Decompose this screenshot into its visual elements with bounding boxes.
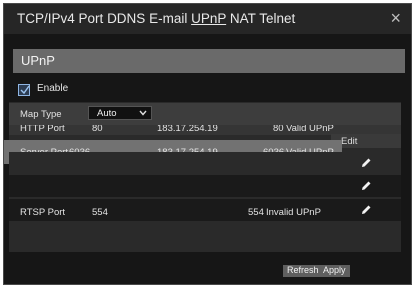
row-ext-port: 80 <box>273 125 284 134</box>
checkmark-icon <box>20 85 30 95</box>
edit-pencil-icon[interactable] <box>360 157 372 169</box>
tab-telnet[interactable]: Telnet <box>259 11 295 26</box>
tab-upnp[interactable]: UPnP <box>191 11 226 26</box>
section-title: UPnP <box>21 53 55 68</box>
row-port: 554 <box>92 207 108 218</box>
close-icon[interactable]: × <box>390 8 401 29</box>
row-status: Invalid UPnP <box>266 207 321 218</box>
section-header: UPnP <box>13 49 405 73</box>
tab-bar: TCP/IPv4 Port DDNS E-mail UPnP NAT Telne… <box>4 4 411 34</box>
table-row[interactable] <box>9 223 401 245</box>
map-type-select[interactable]: Auto <box>88 106 152 120</box>
table-row[interactable]: RTSP Port 554 554 Invalid UPnP <box>9 199 401 221</box>
edit-pencil-icon[interactable] <box>360 180 372 192</box>
edit-column-label: Edit <box>341 136 358 147</box>
enable-label: Enable <box>37 83 69 94</box>
tab-strip: TCP/IPv4 Port DDNS E-mail UPnP NAT Telne… <box>17 11 295 26</box>
tab-ddns[interactable]: DDNS <box>107 11 145 26</box>
row-name: HTTP Port <box>20 125 65 134</box>
tab-nat[interactable]: NAT <box>230 11 256 26</box>
refresh-button[interactable]: Refresh <box>287 265 319 275</box>
row-status: Valid UPnP <box>286 125 334 134</box>
button-bar: Refresh Apply <box>283 265 350 277</box>
row-ip: 183.17.254.19 <box>157 125 218 134</box>
map-type-value: Auto <box>97 108 117 119</box>
row-port: 80 <box>92 125 103 134</box>
edit-pencil-icon[interactable] <box>360 204 372 216</box>
chevron-down-icon <box>139 110 147 116</box>
map-type-row: Map Type Auto <box>9 103 401 125</box>
row-ext-port: 554 <box>248 207 264 218</box>
enable-checkbox[interactable] <box>18 84 30 96</box>
tab-port[interactable]: Port <box>79 11 104 26</box>
table-row[interactable] <box>9 152 401 174</box>
tab-email[interactable]: E-mail <box>149 11 187 26</box>
apply-button[interactable]: Apply <box>323 265 346 275</box>
table-row[interactable] <box>9 175 401 197</box>
map-type-label: Map Type <box>20 109 62 120</box>
tab-tcpip[interactable]: TCP/IPv4 <box>17 11 75 26</box>
row-name: RTSP Port <box>20 207 66 218</box>
